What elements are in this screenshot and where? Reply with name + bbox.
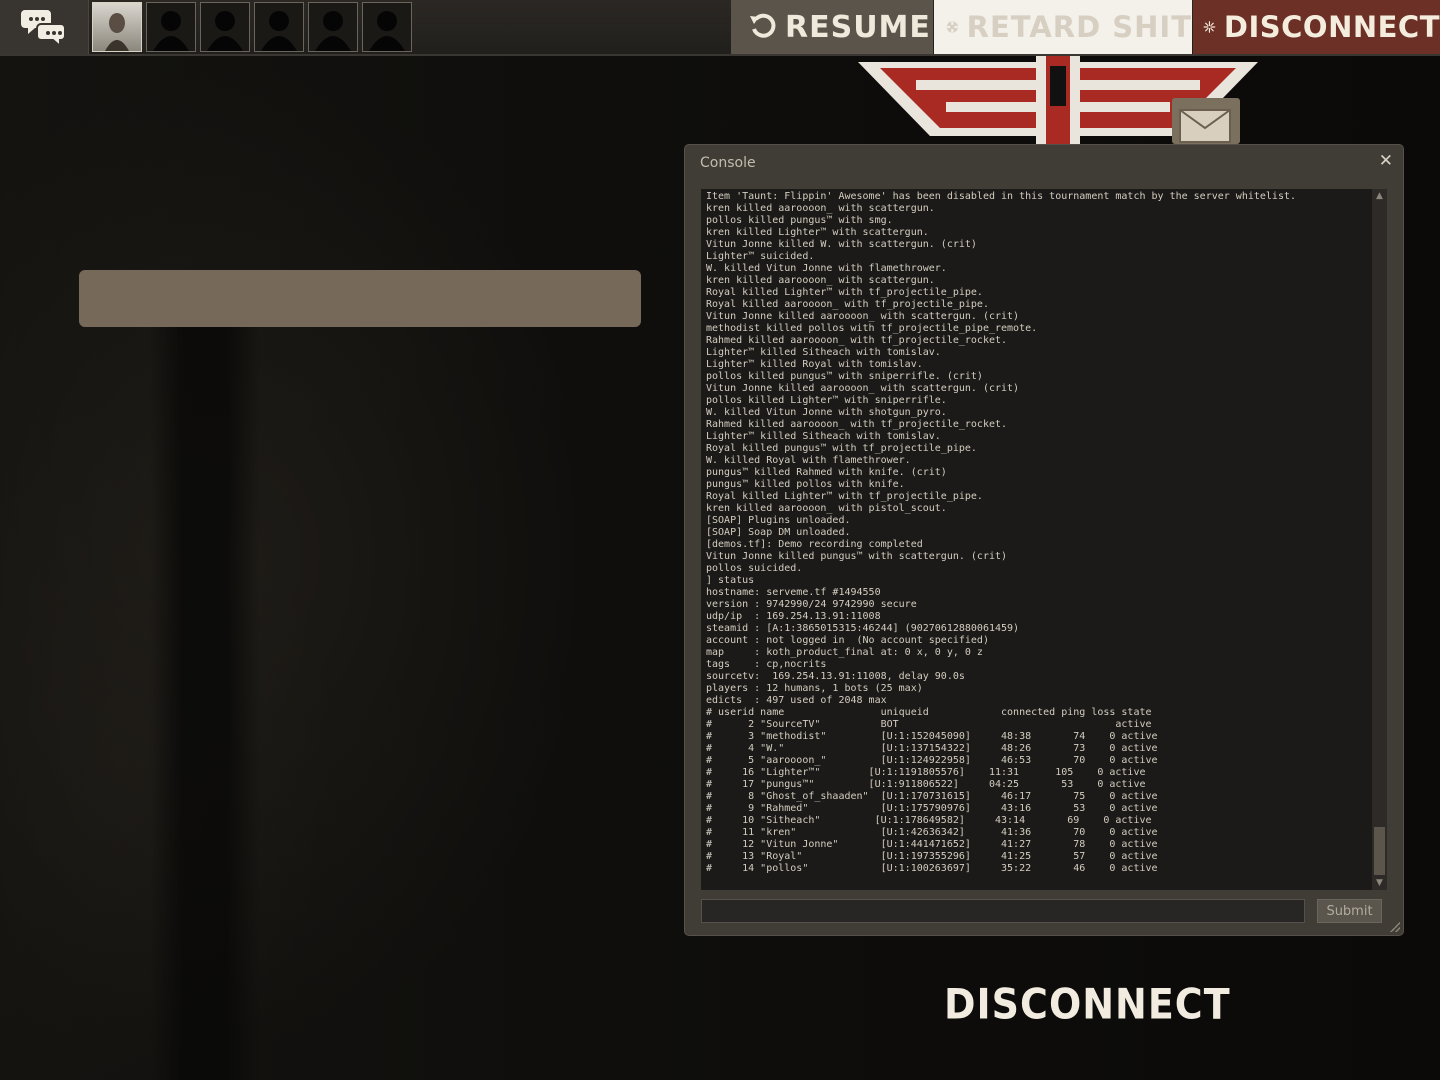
console-log-text: Item 'Taunt: Flippin' Awesome' has been … — [706, 191, 1372, 875]
close-icon[interactable]: ✕ — [1379, 151, 1393, 171]
notification-panel — [79, 270, 641, 327]
resume-label: RESUME — [785, 9, 931, 45]
console-line: W. killed Vitun Jonne with shotgun_pyro. — [706, 407, 947, 418]
silhouette-icon — [369, 11, 405, 51]
console-line: Royal killed aaroooon_ with tf_projectil… — [706, 299, 989, 310]
tf2-logo-icon — [946, 21, 958, 33]
silhouette-icon — [207, 11, 243, 51]
console-line: # 13 "Royal" [U:1:197355296] 41:25 57 0 … — [706, 851, 1158, 862]
resume-button[interactable]: RESUME — [731, 0, 933, 54]
mail-icon[interactable] — [1172, 98, 1240, 144]
console-line: Rahmed killed aaroooon_ with tf_projecti… — [706, 419, 1008, 430]
resume-arrow-icon — [750, 13, 776, 38]
console-line: edicts : 497 used of 2048 max — [706, 695, 887, 706]
console-line: # 14 "pollos" [U:1:100263697] 35:22 46 0… — [706, 863, 1158, 874]
console-line: pungus™ killed Rahmed with knife. (crit) — [706, 467, 947, 478]
console-line: Item 'Taunt: Flippin' Awesome' has been … — [706, 191, 1297, 202]
silhouette-icon — [153, 11, 189, 51]
console-line: Royal killed Lighter™ with tf_projectile… — [706, 491, 983, 502]
console-line: Lighter™ suicided. — [706, 251, 815, 262]
console-line: # 3 "methodist" [U:1:152045090] 48:38 74… — [706, 731, 1158, 742]
console-line: kren killed aaroooon_ with scattergun. — [706, 203, 935, 214]
console-line: Vitun Jonne killed W. with scattergun. (… — [706, 239, 977, 250]
console-title: Console — [700, 155, 756, 171]
console-line: Vitun Jonne killed aaroooon_ with scatte… — [706, 311, 1020, 322]
resize-grip-icon[interactable] — [1390, 922, 1400, 932]
console-line: version : 9742990/24 9742990 secure — [706, 599, 917, 610]
console-line: [SOAP] Plugins unloaded. — [706, 515, 851, 526]
console-line: hostname: serveme.tf #1494550 — [706, 587, 881, 598]
console-line: # 10 "Sitheach" [U:1:178649582] 43:14 69… — [706, 815, 1152, 826]
scroll-down-icon[interactable]: ▼ — [1372, 876, 1387, 890]
console-line: ] status — [706, 575, 755, 586]
console-line: Lighter™ killed Sitheach with tomislav. — [706, 347, 941, 358]
console-line: W. killed Royal with flamethrower. — [706, 455, 911, 466]
player-avatar-slot[interactable] — [146, 2, 196, 52]
console-line: Rahmed killed aaroooon_ with tf_projecti… — [706, 335, 1008, 346]
retard-shit-label: RETARD SHIT — [966, 10, 1192, 44]
player-avatar-slot[interactable] — [308, 2, 358, 52]
console-line: pollos killed pungus™ with sniperrifle. … — [706, 371, 983, 382]
console-line: Vitun Jonne killed aaroooon_ with scatte… — [706, 383, 1020, 394]
console-line: # 4 "W." [U:1:137154322] 48:26 73 0 acti… — [706, 743, 1158, 754]
silhouette-icon — [315, 11, 351, 51]
console-line: # 11 "kren" [U:1:42636342] 41:36 70 0 ac… — [706, 827, 1158, 838]
silhouette-icon — [261, 11, 297, 51]
console-line: kren killed Lighter™ with scattergun. — [706, 227, 929, 238]
console-line: kren killed aaroooon_ with pistol_scout. — [706, 503, 947, 514]
console-line: kren killed aaroooon_ with scattergun. — [706, 275, 935, 286]
disconnect-button[interactable]: DISCONNECT — [1193, 0, 1440, 54]
console-command-input[interactable] — [701, 899, 1305, 923]
console-line: # 17 "pungus™" [U:1:911806522] 04:25 53 … — [706, 779, 1146, 790]
console-line: # 16 "Lighter™" [U:1:1191805576] 11:31 1… — [706, 767, 1146, 778]
console-line: Vitun Jonne killed pungus™ with scatterg… — [706, 551, 1008, 562]
player-avatar-slot[interactable] — [362, 2, 412, 52]
console-line: [SOAP] Soap DM unloaded. — [706, 527, 851, 538]
chat-bubbles-icon — [21, 10, 66, 48]
console-line: Lighter™ killed Sitheach with tomislav. — [706, 431, 941, 442]
console-line: W. killed Vitun Jonne with flamethrower. — [706, 263, 947, 274]
player-portrait-icon — [105, 13, 129, 51]
scroll-up-icon[interactable]: ▲ — [1372, 189, 1387, 203]
retard-shit-button[interactable]: RETARD SHIT — [934, 0, 1192, 54]
console-line: [demos.tf]: Demo recording completed — [706, 539, 923, 550]
console-line: tags : cp,nocrits — [706, 659, 827, 670]
burst-icon — [1203, 21, 1216, 33]
console-line: # 12 "Vitun Jonne" [U:1:441471652] 41:27… — [706, 839, 1158, 850]
console-line: account : not logged in (No account spec… — [706, 635, 989, 646]
player-avatar-slot[interactable] — [254, 2, 304, 52]
console-line: # 8 "Ghost_of_shaaden" [U:1:170731615] 4… — [706, 791, 1158, 802]
background-pillar — [150, 300, 260, 1080]
player-avatar-slot[interactable] — [200, 2, 250, 52]
console-line: players : 12 humans, 1 bots (25 max) — [706, 683, 923, 694]
console-line: methodist killed pollos with tf_projecti… — [706, 323, 1038, 334]
console-log[interactable]: Item 'Taunt: Flippin' Awesome' has been … — [701, 189, 1372, 890]
scroll-thumb[interactable] — [1374, 827, 1385, 875]
console-line: # 9 "Rahmed" [U:1:175790976] 43:16 53 0 … — [706, 803, 1158, 814]
console-line: pollos suicided. — [706, 563, 803, 574]
console-line: # 5 "aaroooon_" [U:1:124922958] 46:53 70… — [706, 755, 1158, 766]
submit-button[interactable]: Submit — [1317, 899, 1382, 923]
console-line: sourcetv: 169.254.13.91:11008, delay 90.… — [706, 671, 965, 682]
top-bar: RESUME RETARD SHIT DISCONNECT — [0, 0, 1440, 56]
console-line: udp/ip : 169.254.13.91:11008 — [706, 611, 881, 622]
console-line: pollos killed pungus™ with smg. — [706, 215, 893, 226]
console-scrollbar[interactable]: ▲ ▼ — [1372, 189, 1387, 890]
chat-button[interactable] — [0, 0, 89, 54]
disconnect-label: DISCONNECT — [1223, 10, 1440, 44]
console-line: Royal killed Lighter™ with tf_projectile… — [706, 287, 983, 298]
console-line: Lighter™ killed Royal with tomislav. — [706, 359, 923, 370]
player-avatar-self[interactable] — [92, 2, 142, 52]
console-line: # 2 "SourceTV" BOT active — [706, 719, 1152, 730]
console-line: pollos killed Lighter™ with sniperrifle. — [706, 395, 947, 406]
console-line: steamid : [A:1:3865015315:46244] (902706… — [706, 623, 1020, 634]
console-line: map : koth_product_final at: 0 x, 0 y, 0… — [706, 647, 983, 658]
console-line: Royal killed pungus™ with tf_projectile_… — [706, 443, 977, 454]
console-line: pungus™ killed pollos with knife. — [706, 479, 905, 490]
console-line: # userid name uniqueid connected ping lo… — [706, 707, 1152, 718]
disconnect-banner: DISCONNECT — [944, 979, 1231, 1029]
console-window: Console ✕ Item 'Taunt: Flippin' Awesome'… — [684, 144, 1404, 936]
